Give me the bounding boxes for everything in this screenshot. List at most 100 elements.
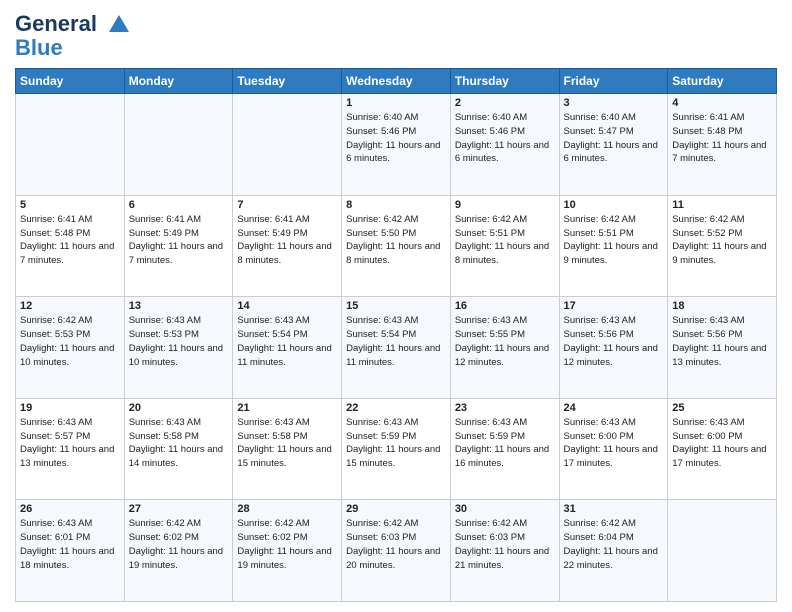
day-info: Sunrise: 6:42 AM Sunset: 5:51 PM Dayligh…	[564, 213, 664, 268]
day-cell: 14 Sunrise: 6:43 AM Sunset: 5:54 PM Dayli…	[233, 297, 342, 399]
day-info: Sunrise: 6:43 AM Sunset: 5:57 PM Dayligh…	[20, 416, 120, 471]
page: General Blue SundayMondayTuesdayWednesda…	[0, 0, 792, 612]
day-cell: 12Sunrise: 6:42 AM Sunset: 5:53 PM Dayli…	[16, 297, 125, 399]
col-header-sunday: Sunday	[16, 69, 125, 94]
day-cell: 7Sunrise: 6:41 AM Sunset: 5:49 PM Daylig…	[233, 195, 342, 297]
day-info: Sunrise: 6:43 AM Sunset: 6:01 PM Dayligh…	[20, 517, 120, 572]
day-number: 30	[455, 503, 555, 515]
day-info: Sunrise: 6:43 AM Sunset: 5:54 PM Dayligh…	[346, 314, 446, 369]
day-cell: 24 Sunrise: 6:43 AM Sunset: 6:00 PM Dayli…	[559, 398, 668, 500]
day-number: 17	[564, 300, 664, 312]
day-cell: 16 Sunrise: 6:43 AM Sunset: 5:55 PM Dayli…	[450, 297, 559, 399]
day-cell: 15 Sunrise: 6:43 AM Sunset: 5:54 PM Dayli…	[342, 297, 451, 399]
col-header-thursday: Thursday	[450, 69, 559, 94]
col-header-saturday: Saturday	[668, 69, 777, 94]
day-number: 3	[564, 97, 664, 109]
logo-blue-icon	[97, 11, 135, 36]
day-cell: 30 Sunrise: 6:42 AM Sunset: 6:03 PM Dayli…	[450, 500, 559, 602]
day-info: Sunrise: 6:43 AM Sunset: 5:56 PM Dayligh…	[564, 314, 664, 369]
day-number: 19	[20, 402, 120, 414]
day-info: Sunrise: 6:43 AM Sunset: 5:59 PM Dayligh…	[455, 416, 555, 471]
day-number: 12	[20, 300, 120, 312]
day-cell: 21 Sunrise: 6:43 AM Sunset: 5:58 PM Dayli…	[233, 398, 342, 500]
day-cell: 1 Sunrise: 6:40 AM Sunset: 5:46 PM Daylig…	[342, 94, 451, 196]
day-number: 31	[564, 503, 664, 515]
day-number: 1	[346, 97, 446, 109]
logo: General Blue	[15, 10, 135, 60]
day-number: 14	[237, 300, 337, 312]
col-header-friday: Friday	[559, 69, 668, 94]
day-info: Sunrise: 6:43 AM Sunset: 5:54 PM Dayligh…	[237, 314, 337, 369]
day-number: 26	[20, 503, 120, 515]
day-cell: 31 Sunrise: 6:42 AM Sunset: 6:04 PM Dayli…	[559, 500, 668, 602]
day-number: 16	[455, 300, 555, 312]
day-info: Sunrise: 6:42 AM Sunset: 6:02 PM Dayligh…	[129, 517, 229, 572]
day-info: Sunrise: 6:42 AM Sunset: 5:50 PM Dayligh…	[346, 213, 446, 268]
day-info: Sunrise: 6:42 AM Sunset: 6:03 PM Dayligh…	[455, 517, 555, 572]
day-cell: 23 Sunrise: 6:43 AM Sunset: 5:59 PM Dayli…	[450, 398, 559, 500]
week-row-3: 12Sunrise: 6:42 AM Sunset: 5:53 PM Dayli…	[16, 297, 777, 399]
col-header-wednesday: Wednesday	[342, 69, 451, 94]
week-row-4: 19 Sunrise: 6:43 AM Sunset: 5:57 PM Dayli…	[16, 398, 777, 500]
day-number: 5	[20, 199, 120, 211]
header: General Blue	[15, 10, 777, 60]
day-info: Sunrise: 6:43 AM Sunset: 6:00 PM Dayligh…	[564, 416, 664, 471]
day-info: Sunrise: 6:40 AM Sunset: 5:46 PM Dayligh…	[455, 111, 555, 166]
calendar-table: SundayMondayTuesdayWednesdayThursdayFrid…	[15, 68, 777, 602]
day-number: 24	[564, 402, 664, 414]
day-cell: 2 Sunrise: 6:40 AM Sunset: 5:46 PM Daylig…	[450, 94, 559, 196]
header-row: SundayMondayTuesdayWednesdayThursdayFrid…	[16, 69, 777, 94]
day-cell	[124, 94, 233, 196]
day-number: 7	[237, 199, 337, 211]
day-cell: 13Sunrise: 6:43 AM Sunset: 5:53 PM Dayli…	[124, 297, 233, 399]
day-info: Sunrise: 6:43 AM Sunset: 5:55 PM Dayligh…	[455, 314, 555, 369]
day-info: Sunrise: 6:43 AM Sunset: 5:58 PM Dayligh…	[129, 416, 229, 471]
day-cell: 3 Sunrise: 6:40 AM Sunset: 5:47 PM Daylig…	[559, 94, 668, 196]
day-info: Sunrise: 6:41 AM Sunset: 5:49 PM Dayligh…	[129, 213, 229, 268]
day-info: Sunrise: 6:40 AM Sunset: 5:47 PM Dayligh…	[564, 111, 664, 166]
day-cell: 10Sunrise: 6:42 AM Sunset: 5:51 PM Dayli…	[559, 195, 668, 297]
day-number: 13	[129, 300, 229, 312]
day-cell	[668, 500, 777, 602]
week-row-5: 26 Sunrise: 6:43 AM Sunset: 6:01 PM Dayli…	[16, 500, 777, 602]
day-number: 21	[237, 402, 337, 414]
day-cell: 27 Sunrise: 6:42 AM Sunset: 6:02 PM Dayli…	[124, 500, 233, 602]
day-number: 23	[455, 402, 555, 414]
day-number: 8	[346, 199, 446, 211]
day-cell: 25Sunrise: 6:43 AM Sunset: 6:00 PM Dayli…	[668, 398, 777, 500]
day-number: 15	[346, 300, 446, 312]
day-number: 22	[346, 402, 446, 414]
day-info: Sunrise: 6:43 AM Sunset: 5:56 PM Dayligh…	[672, 314, 772, 369]
day-number: 27	[129, 503, 229, 515]
day-cell	[16, 94, 125, 196]
day-number: 18	[672, 300, 772, 312]
day-cell: 9Sunrise: 6:42 AM Sunset: 5:51 PM Daylig…	[450, 195, 559, 297]
day-info: Sunrise: 6:42 AM Sunset: 5:52 PM Dayligh…	[672, 213, 772, 268]
day-number: 11	[672, 199, 772, 211]
day-info: Sunrise: 6:41 AM Sunset: 5:48 PM Dayligh…	[672, 111, 772, 166]
day-info: Sunrise: 6:43 AM Sunset: 5:58 PM Dayligh…	[237, 416, 337, 471]
day-info: Sunrise: 6:40 AM Sunset: 5:46 PM Dayligh…	[346, 111, 446, 166]
week-row-1: 1 Sunrise: 6:40 AM Sunset: 5:46 PM Daylig…	[16, 94, 777, 196]
day-number: 2	[455, 97, 555, 109]
day-cell: 29Sunrise: 6:42 AM Sunset: 6:03 PM Dayli…	[342, 500, 451, 602]
day-cell	[233, 94, 342, 196]
day-info: Sunrise: 6:42 AM Sunset: 6:04 PM Dayligh…	[564, 517, 664, 572]
logo-general: General	[15, 11, 97, 36]
day-number: 4	[672, 97, 772, 109]
col-header-tuesday: Tuesday	[233, 69, 342, 94]
day-cell: 20 Sunrise: 6:43 AM Sunset: 5:58 PM Dayli…	[124, 398, 233, 500]
day-cell: 8 Sunrise: 6:42 AM Sunset: 5:50 PM Daylig…	[342, 195, 451, 297]
day-info: Sunrise: 6:42 AM Sunset: 5:51 PM Dayligh…	[455, 213, 555, 268]
day-cell: 11 Sunrise: 6:42 AM Sunset: 5:52 PM Dayli…	[668, 195, 777, 297]
day-number: 20	[129, 402, 229, 414]
day-cell: 19 Sunrise: 6:43 AM Sunset: 5:57 PM Dayli…	[16, 398, 125, 500]
day-info: Sunrise: 6:42 AM Sunset: 6:02 PM Dayligh…	[237, 517, 337, 572]
day-number: 6	[129, 199, 229, 211]
day-number: 29	[346, 503, 446, 515]
day-info: Sunrise: 6:43 AM Sunset: 5:59 PM Dayligh…	[346, 416, 446, 471]
day-number: 28	[237, 503, 337, 515]
day-cell: 28 Sunrise: 6:42 AM Sunset: 6:02 PM Dayli…	[233, 500, 342, 602]
day-cell: 26 Sunrise: 6:43 AM Sunset: 6:01 PM Dayli…	[16, 500, 125, 602]
day-cell: 18 Sunrise: 6:43 AM Sunset: 5:56 PM Dayli…	[668, 297, 777, 399]
